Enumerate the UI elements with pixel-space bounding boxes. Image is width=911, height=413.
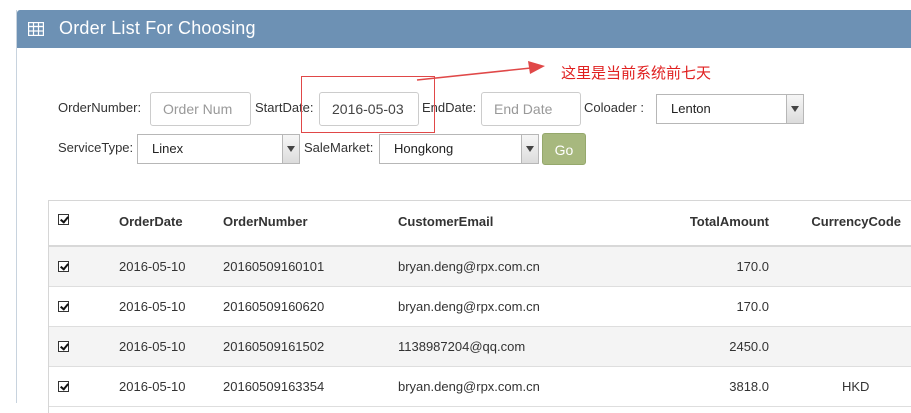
- annotation-note: 这里是当前系统前七天: [561, 64, 712, 82]
- annotation-arrow-icon: [416, 61, 545, 81]
- order-list-panel: Order List For Choosing OrderNumber: Ord…: [16, 10, 911, 413]
